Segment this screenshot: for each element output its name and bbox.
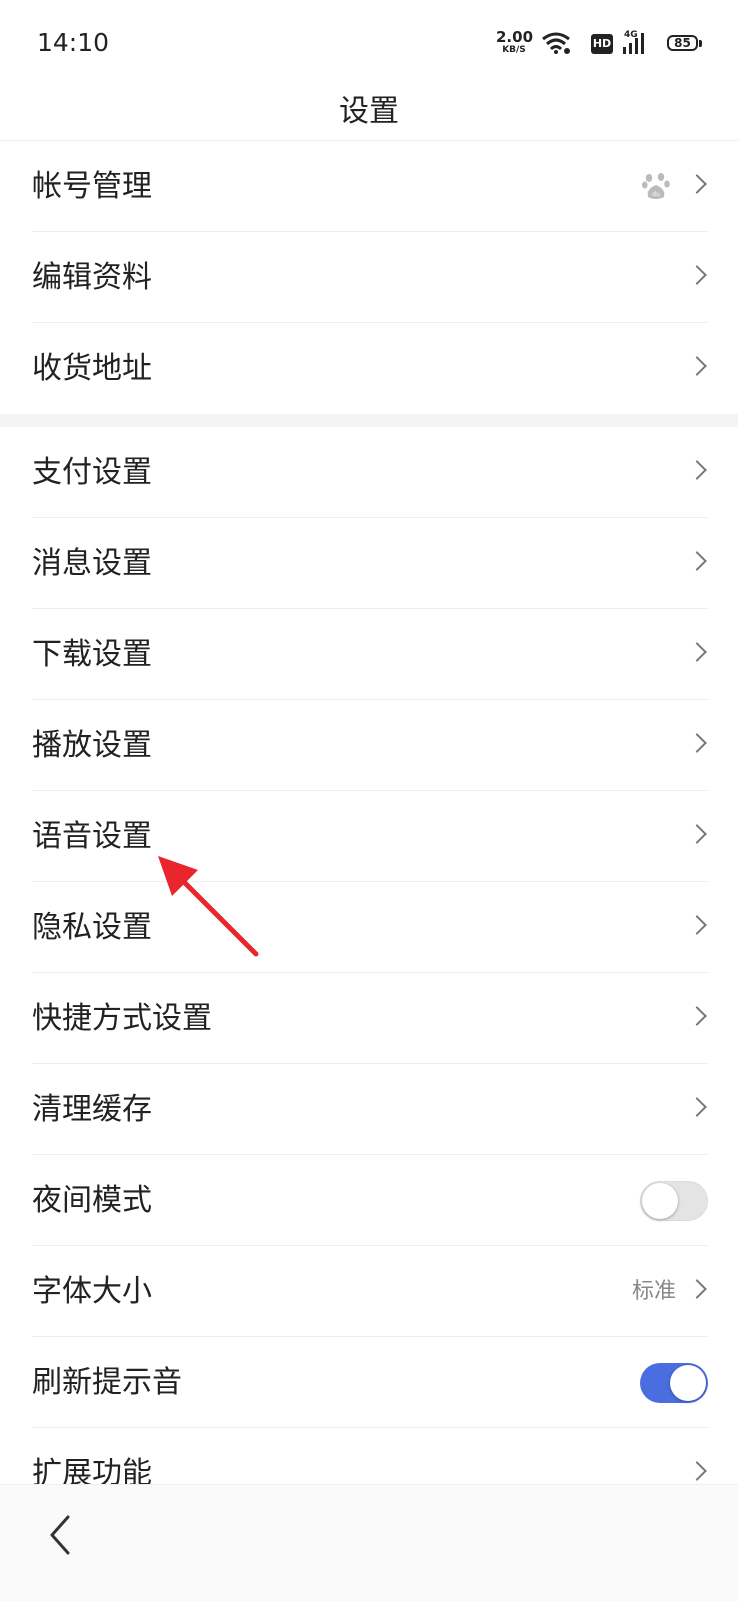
settings-item-label: 字体大小	[32, 1274, 152, 1309]
settings-item-label: 下载设置	[32, 637, 152, 672]
cell-signal-icon	[623, 33, 644, 54]
network-speed-unit: KB/S	[502, 45, 526, 55]
wifi-icon	[542, 32, 570, 54]
settings-item-label: 隐私设置	[32, 910, 152, 945]
toggle-knob	[642, 1183, 678, 1219]
chevron-right-icon	[687, 915, 707, 935]
section-separator	[0, 414, 738, 427]
settings-item-privacy[interactable]: 隐私设置	[0, 882, 738, 973]
chevron-right-icon	[687, 1461, 707, 1481]
battery-icon: 85	[667, 35, 698, 51]
settings-item-refresh-sound: 刷新提示音	[0, 1337, 738, 1428]
network-speed-value: 2.00	[496, 28, 534, 46]
chevron-right-icon	[687, 460, 707, 480]
chevron-left-icon[interactable]	[48, 1513, 72, 1557]
status-time: 14:10	[37, 28, 110, 57]
font-size-value: 标准	[631, 1279, 676, 1304]
chevron-right-icon	[687, 824, 707, 844]
settings-item-shipping-address[interactable]: 收货地址	[0, 323, 738, 414]
settings-item-label: 帐号管理	[32, 169, 152, 204]
chevron-right-icon	[687, 733, 707, 753]
baidu-paw-icon: du	[642, 173, 670, 199]
page-title: 设置	[339, 94, 399, 129]
chevron-right-icon	[687, 642, 707, 662]
settings-item-playback[interactable]: 播放设置	[0, 700, 738, 791]
night-mode-toggle[interactable]	[640, 1181, 708, 1221]
chevron-right-icon	[687, 551, 707, 571]
svg-text:du: du	[652, 191, 660, 198]
settings-item-label: 收货地址	[32, 351, 152, 386]
settings-item-edit-profile[interactable]: 编辑资料	[0, 232, 738, 323]
chevron-right-icon	[687, 265, 707, 285]
settings-item-label: 消息设置	[32, 546, 152, 581]
settings-item-label: 播放设置	[32, 728, 152, 763]
chevron-right-icon	[687, 1097, 707, 1117]
refresh-sound-toggle[interactable]	[640, 1363, 708, 1403]
settings-item-label: 支付设置	[32, 455, 152, 490]
settings-item-label: 编辑资料	[32, 260, 152, 295]
chevron-right-icon	[687, 174, 707, 194]
chevron-right-icon	[687, 1006, 707, 1026]
settings-item-payment[interactable]: 支付设置	[0, 427, 738, 518]
network-speed: 2.00 KB/S	[496, 28, 534, 55]
settings-item-shortcuts[interactable]: 快捷方式设置	[0, 973, 738, 1064]
settings-item-label: 刷新提示音	[32, 1365, 182, 1400]
toggle-knob	[670, 1365, 706, 1401]
settings-item-account[interactable]: 帐号管理 du	[0, 141, 738, 232]
settings-item-messages[interactable]: 消息设置	[0, 518, 738, 609]
bottom-bar	[0, 1484, 738, 1601]
settings-item-label: 快捷方式设置	[32, 1001, 212, 1036]
settings-item-download[interactable]: 下载设置	[0, 609, 738, 700]
settings-item-font-size[interactable]: 字体大小 标准	[0, 1246, 738, 1337]
settings-item-voice[interactable]: 语音设置	[0, 791, 738, 882]
chevron-right-icon	[687, 356, 707, 376]
settings-item-label: 语音设置	[32, 819, 152, 854]
battery-tip	[699, 40, 702, 47]
hd-badge: HD	[591, 34, 613, 54]
settings-list: 帐号管理 du 编辑资料 收货地址 支付设置 消息设置 下载设置 播放设置 语音…	[0, 141, 738, 1519]
settings-item-clear-cache[interactable]: 清理缓存	[0, 1064, 738, 1155]
title-bar: 设置	[0, 70, 738, 141]
settings-item-label: 夜间模式	[32, 1183, 152, 1218]
settings-item-night-mode: 夜间模式	[0, 1155, 738, 1246]
chevron-right-icon	[687, 1279, 707, 1299]
settings-item-label: 清理缓存	[32, 1092, 152, 1127]
